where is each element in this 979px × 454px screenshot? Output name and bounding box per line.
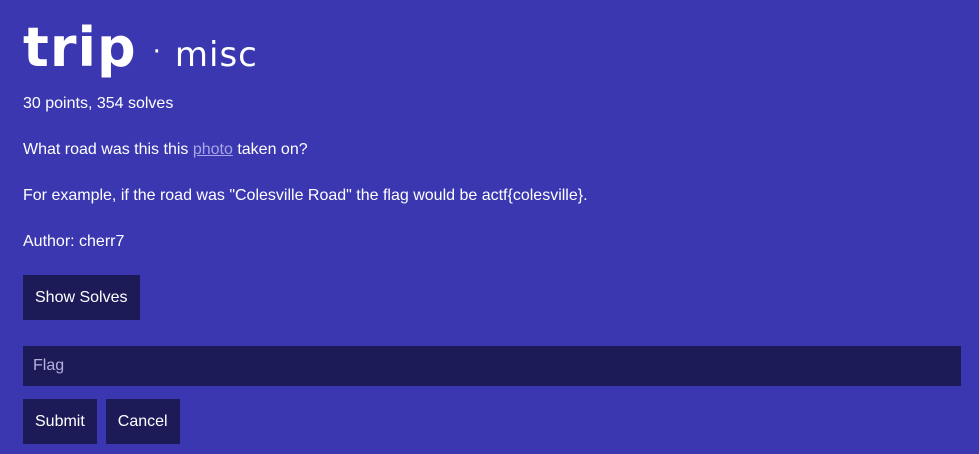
challenge-meta: 30 points, 354 solves	[23, 95, 174, 112]
challenge-description: What road was this this photo taken on? …	[23, 140, 961, 252]
cancel-button[interactable]: Cancel	[105, 399, 180, 444]
example-text: For example, if the road was "Colesville…	[23, 187, 588, 204]
form-actions: Submit Cancel	[23, 399, 961, 444]
challenge-category: misc	[174, 35, 258, 75]
question-text: What road was this this photo taken on?	[23, 140, 961, 160]
question-suffix: taken on?	[232, 141, 308, 158]
submit-button[interactable]: Submit	[23, 399, 97, 444]
challenge-header: trip · misc	[23, 18, 961, 84]
flag-input[interactable]	[23, 346, 961, 386]
question-prefix: What road was this this	[23, 141, 193, 158]
show-solves-button[interactable]: Show Solves	[23, 275, 140, 320]
challenge-title: trip	[23, 16, 137, 79]
challenge-card: trip · misc 30 points, 354 solves What r…	[23, 18, 961, 444]
author-text: Author: cherr7	[23, 233, 125, 250]
photo-link[interactable]: photo	[193, 141, 233, 158]
title-separator: ·	[152, 37, 161, 67]
